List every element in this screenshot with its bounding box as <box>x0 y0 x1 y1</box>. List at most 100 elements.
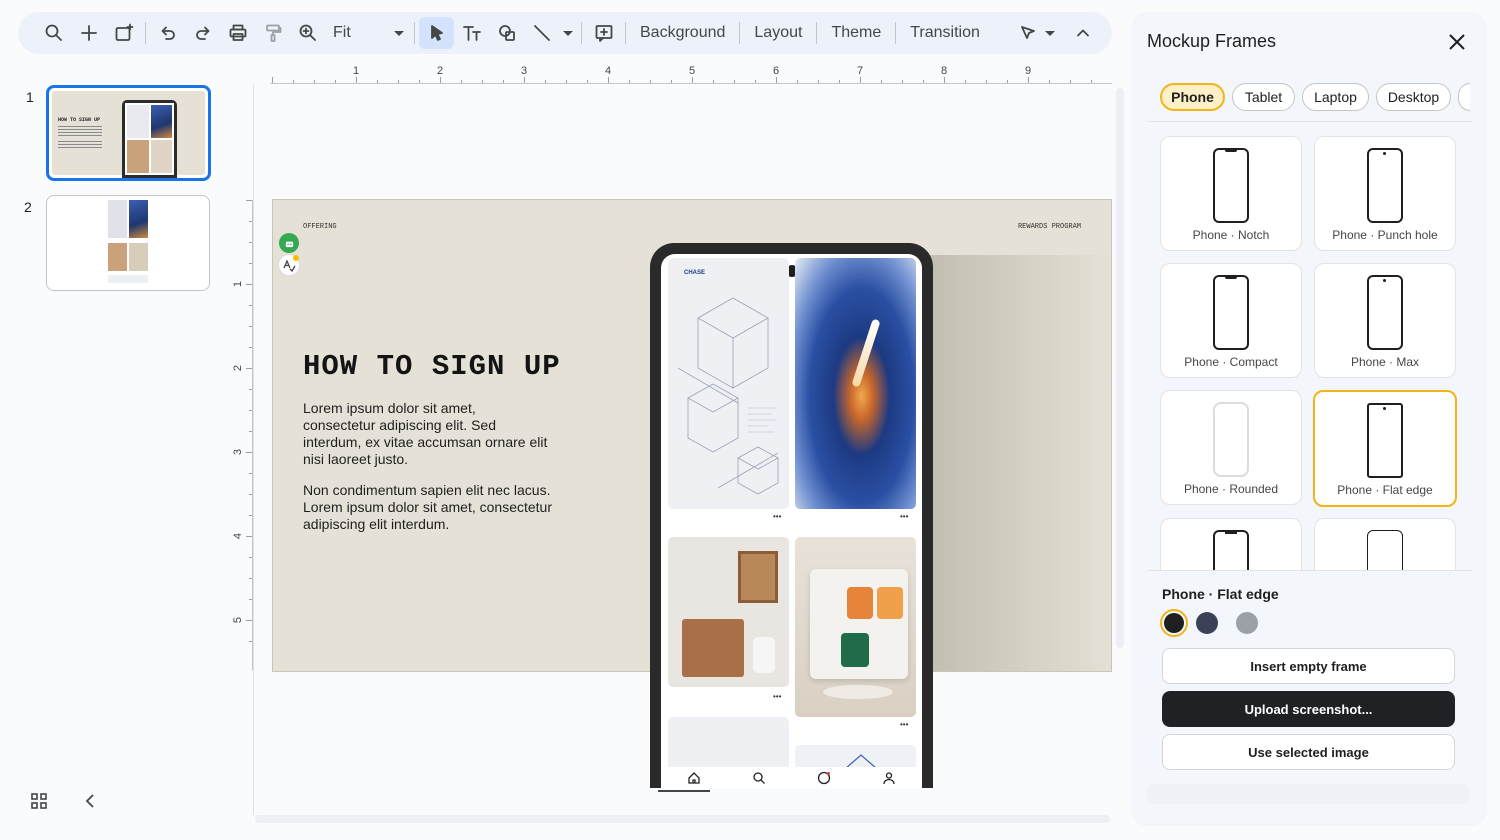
text-box-icon <box>462 26 481 41</box>
ruler-tick <box>629 80 630 83</box>
tab-desktop[interactable]: Desktop <box>1376 83 1451 111</box>
frame-card-notch[interactable]: Phone · Notch <box>1160 136 1302 251</box>
color-swatch-gray[interactable] <box>1236 612 1258 634</box>
slide-title[interactable]: HOW TO SIGN UP <box>303 350 561 383</box>
collapse-filmstrip-button[interactable] <box>82 792 100 810</box>
slide-thumbnail-1[interactable]: HOW TO SIGN UP <box>46 85 211 181</box>
frame-card-partial[interactable] <box>1314 518 1456 570</box>
close-panel-button[interactable] <box>1446 31 1468 53</box>
ruler-tick <box>314 80 315 83</box>
more-options-icon[interactable]: ••• <box>773 692 781 701</box>
android-badge[interactable] <box>279 233 299 253</box>
ruler-tick <box>249 410 252 411</box>
add-comment-icon <box>595 25 612 42</box>
theme-button[interactable]: Theme <box>821 17 891 49</box>
ruler-tick <box>881 80 882 83</box>
more-options-icon[interactable]: ••• <box>900 720 908 729</box>
ruler-tick <box>713 80 714 83</box>
search-menus-button[interactable] <box>36 17 71 49</box>
frame-label: Phone · Punch hole <box>1332 228 1438 242</box>
ruler-label: 5 <box>232 616 245 624</box>
frame-card-rounded[interactable]: Phone · Rounded <box>1160 390 1302 505</box>
ruler-tick <box>246 536 252 537</box>
more-options-icon[interactable]: ••• <box>900 512 908 521</box>
horizontal-ruler[interactable]: 1 2 3 4 5 6 7 8 9 <box>270 62 1112 84</box>
color-swatch-black[interactable] <box>1160 609 1188 637</box>
insert-empty-frame-button[interactable]: Insert empty frame <box>1162 648 1455 684</box>
tab-laptop[interactable]: Laptop <box>1302 83 1369 111</box>
use-selected-image-button[interactable]: Use selected image <box>1162 734 1455 770</box>
zoom-in-icon <box>299 24 316 41</box>
select-tool-button[interactable] <box>419 17 454 49</box>
undo-button[interactable] <box>150 17 185 49</box>
search-icon[interactable] <box>752 771 766 785</box>
home-icon[interactable] <box>687 771 701 785</box>
color-swatch-navy[interactable] <box>1196 612 1218 634</box>
phone-frame[interactable]: CHASE ••• ••• ••• ••• <box>650 243 933 788</box>
thumbnail-text <box>58 141 102 150</box>
new-slide-layout-button[interactable] <box>106 17 141 49</box>
slide-paragraph-2[interactable]: Non condimentum sapien elit nec lacus. L… <box>303 482 553 533</box>
feed-card-architecture[interactable]: CHASE <box>668 258 789 509</box>
zoom-select[interactable]: Fit <box>325 17 410 49</box>
ruler-tick <box>650 80 651 83</box>
ruler-tick <box>503 80 504 83</box>
slide-paragraph-1[interactable]: Lorem ipsum dolor sit amet, consectetur … <box>303 400 548 468</box>
thumbnail-phone <box>122 100 177 178</box>
line-button[interactable] <box>524 17 559 49</box>
ruler-tick <box>335 80 336 83</box>
spellcheck-badge[interactable] <box>278 254 300 276</box>
layout-button[interactable]: Layout <box>744 17 812 49</box>
ruler-tick <box>566 80 567 83</box>
editing-mode-button[interactable] <box>1010 17 1045 49</box>
frame-card-punch-hole[interactable]: Phone · Punch hole <box>1314 136 1456 251</box>
print-button[interactable] <box>220 17 255 49</box>
background-button[interactable]: Background <box>630 17 735 49</box>
undo-icon <box>161 26 175 40</box>
phone-icon <box>1367 530 1403 570</box>
zoom-button[interactable] <box>290 17 325 49</box>
frame-card-partial[interactable] <box>1160 518 1302 570</box>
selected-frame-name: Phone · Flat edge <box>1162 586 1279 602</box>
ruler-tick <box>923 80 924 83</box>
chat-icon[interactable] <box>817 771 831 785</box>
slide-thumbnail-2[interactable] <box>46 195 210 291</box>
add-comment-button[interactable] <box>586 17 621 49</box>
feed-card-bathroom[interactable] <box>668 537 789 687</box>
orange-card <box>877 587 903 619</box>
vertical-scrollbar[interactable] <box>1116 88 1124 648</box>
frame-card-max[interactable]: Phone · Max <box>1314 263 1456 378</box>
ruler-tick <box>986 80 987 83</box>
new-slide-button[interactable] <box>71 17 106 49</box>
cabinet-graphic <box>682 619 744 677</box>
vertical-ruler[interactable]: 1 2 3 4 5 <box>232 200 253 670</box>
redo-button[interactable] <box>185 17 220 49</box>
ruler-tick <box>482 80 483 83</box>
selection-underline <box>658 790 710 792</box>
ruler-tick <box>1070 80 1071 83</box>
hide-menus-button[interactable] <box>1065 17 1100 49</box>
grid-view-button[interactable] <box>30 792 48 810</box>
ruler-tick <box>249 389 252 390</box>
swatch-fill <box>1164 613 1184 633</box>
frame-card-compact[interactable]: Phone · Compact <box>1160 263 1302 378</box>
ruler-tick <box>1028 77 1029 83</box>
paint-format-button[interactable] <box>255 17 290 49</box>
upload-screenshot-button[interactable]: Upload screenshot... <box>1162 691 1455 727</box>
tab-tablet[interactable]: Tablet <box>1232 83 1295 111</box>
profile-icon[interactable] <box>882 771 896 785</box>
print-icon <box>229 24 246 41</box>
feed-card-rocket[interactable] <box>795 258 916 509</box>
horizontal-scrollbar[interactable] <box>255 815 1110 823</box>
tab-phone[interactable]: Phone <box>1160 83 1225 111</box>
more-options-icon[interactable]: ••• <box>773 512 781 521</box>
ruler-tick <box>356 77 357 83</box>
shape-button[interactable] <box>489 17 524 49</box>
feed-card-app-ui[interactable] <box>795 537 916 717</box>
text-box-button[interactable] <box>454 17 489 49</box>
chevron-up-icon <box>1076 29 1089 37</box>
frame-card-flat-edge[interactable]: Phone · Flat edge <box>1313 390 1457 507</box>
chevron-down-icon[interactable] <box>563 30 573 36</box>
chevron-down-icon[interactable] <box>1045 30 1055 36</box>
transition-button[interactable]: Transition <box>900 17 990 49</box>
